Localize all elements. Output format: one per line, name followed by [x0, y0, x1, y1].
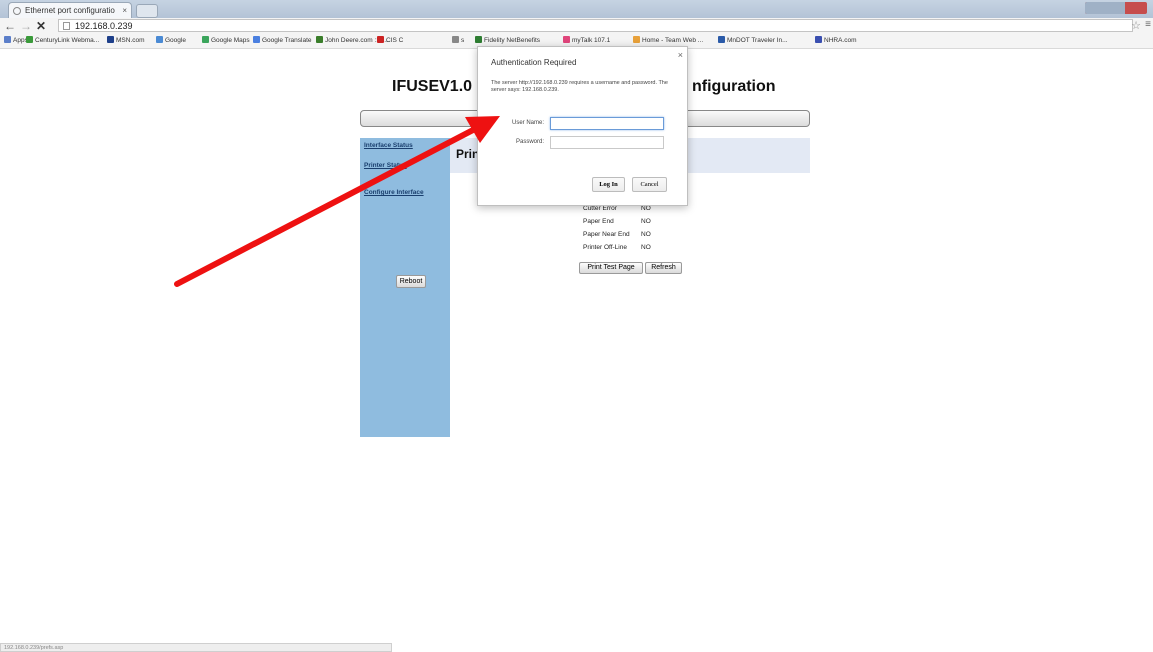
annotation-arrow-shaft	[174, 126, 478, 287]
browser-status-bar: 192.168.0.239/prefs.asp	[0, 643, 392, 652]
annotation-arrow-overlay	[174, 116, 500, 287]
